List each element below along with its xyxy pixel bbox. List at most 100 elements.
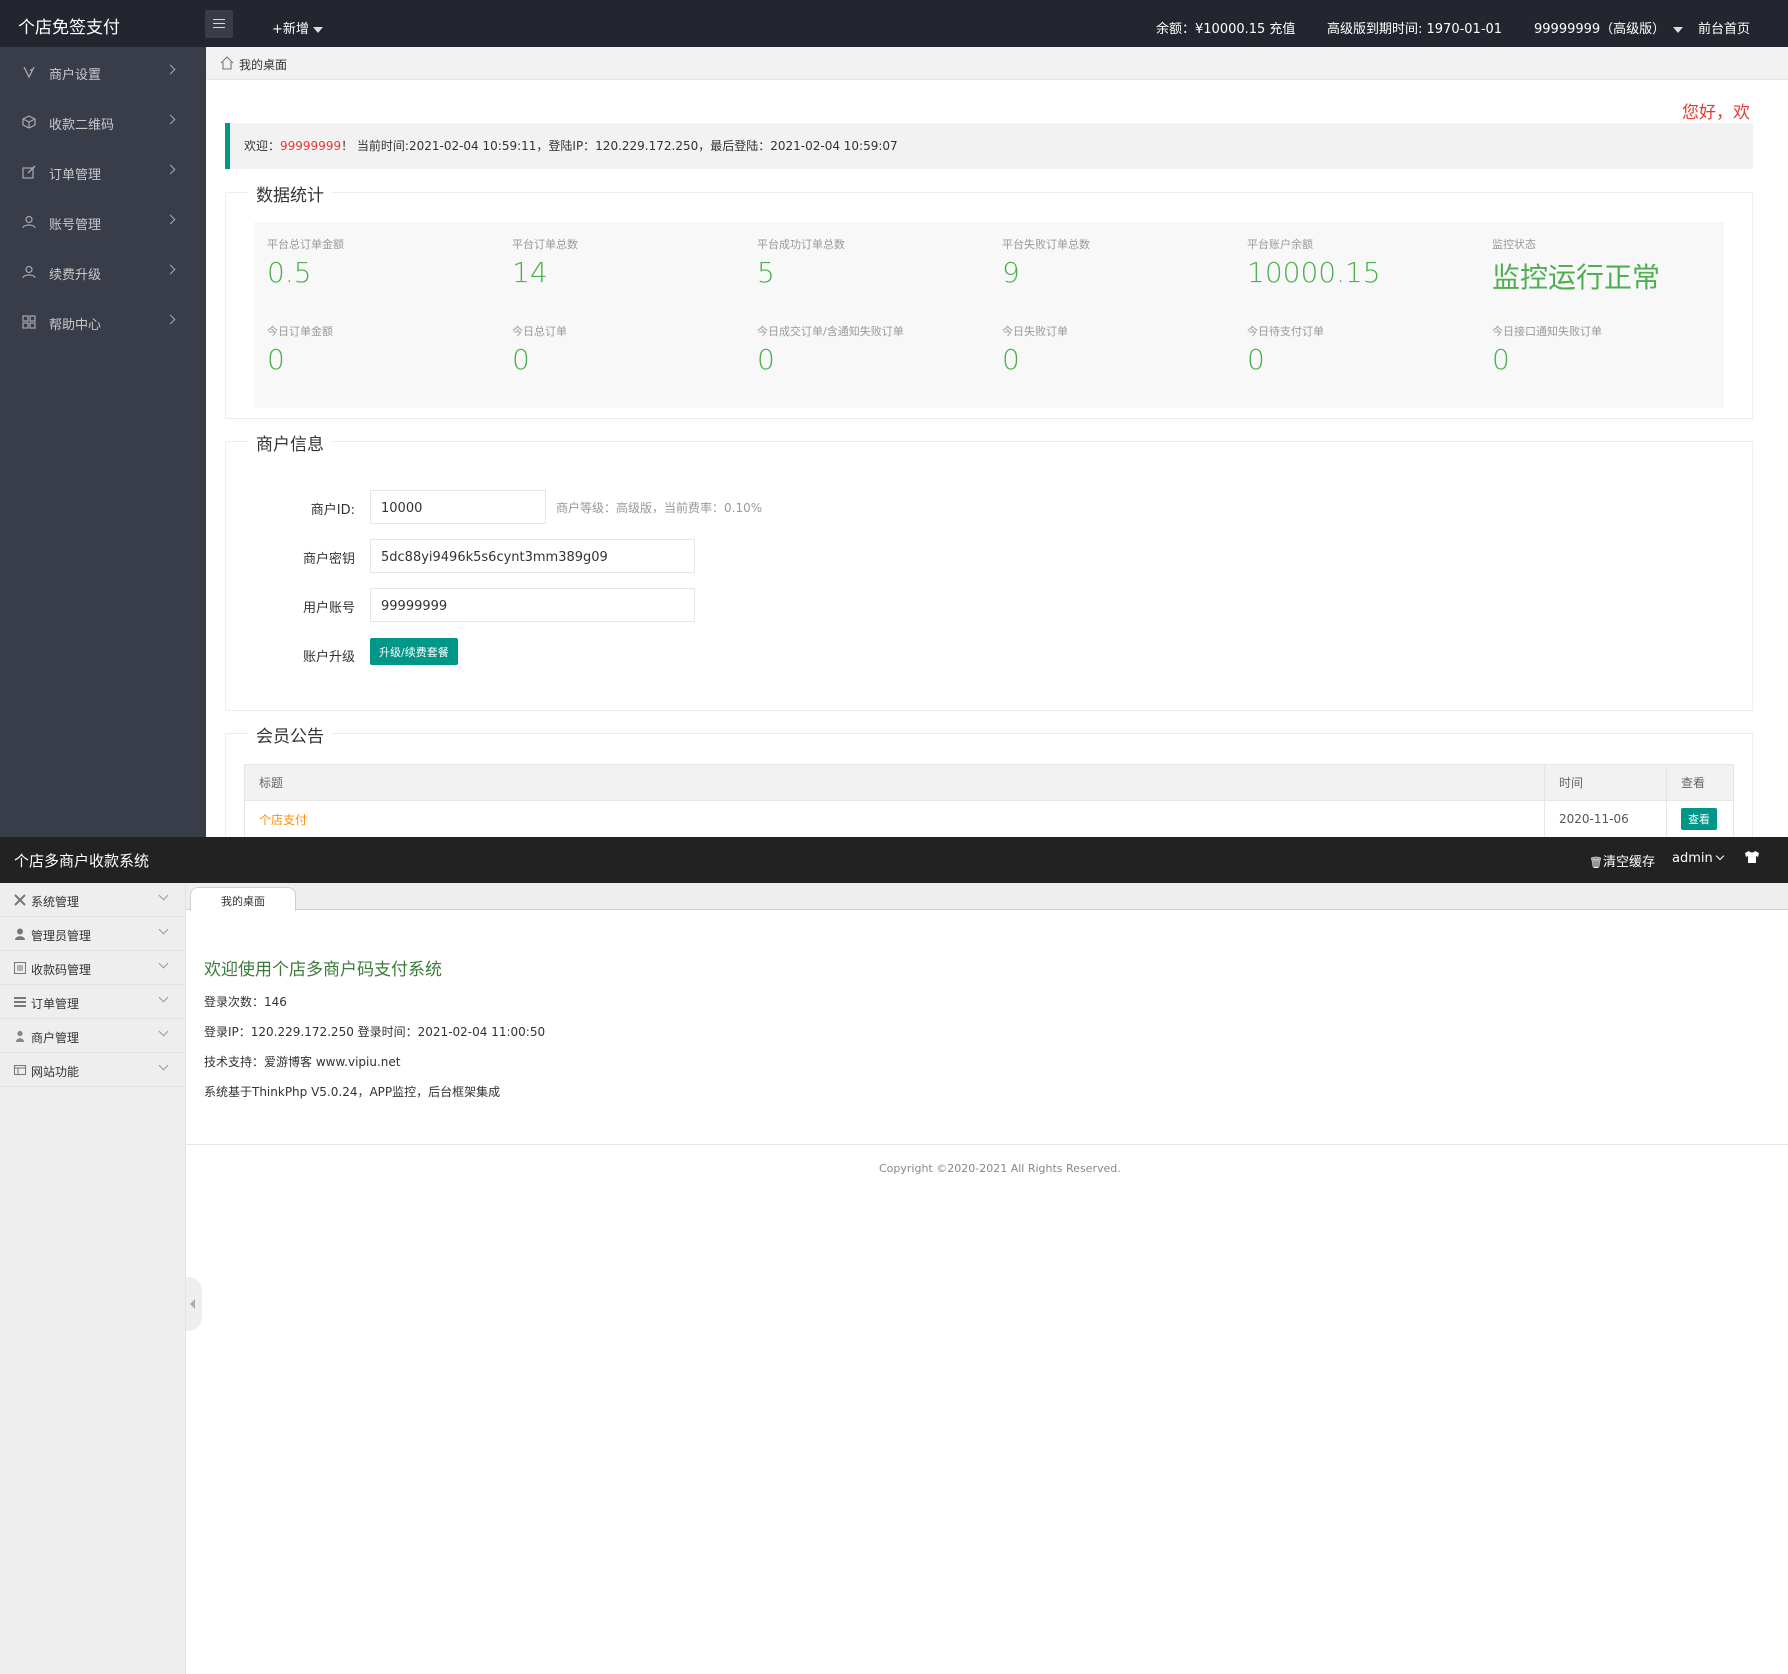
welcome-username: 99999999 [280, 139, 342, 153]
clear-cache-button[interactable]: 🗑清空缓存 [1589, 851, 1655, 870]
tag-icon [23, 66, 35, 79]
tools-icon [14, 894, 26, 906]
admin-sidebar: 系统管理 管理员管理 收款码管理 订单管理 商户管理 网站功能 [0, 883, 202, 1674]
stat-value: 14 [512, 256, 548, 289]
stat-label: 平台总订单金额 [267, 238, 344, 251]
merchant-id-label: 商户ID: [310, 503, 355, 518]
chevron-down-icon [1715, 851, 1724, 861]
user-icon [15, 928, 25, 940]
stat-today-notify-failed: 今日接口通知失败订单 0 [1492, 323, 1602, 376]
notice-title-cell[interactable]: 个店支付 [244, 800, 1545, 837]
chevron-down-icon [158, 992, 169, 1003]
merchant-info-title: 商户信息 [248, 430, 332, 455]
tech-support: 技术支持：爱游博客 www.vipiu.net [204, 1055, 401, 1069]
new-label: +新增 [272, 22, 309, 37]
admin-panel: 个店多商户收款系统 🗑清空缓存 admin 系统管理 管理员管理 收款码管理 订… [0, 837, 1788, 1674]
column-header-view: 查看 [1666, 764, 1734, 801]
user-account-field[interactable]: 99999999 [370, 588, 695, 622]
stat-label: 今日失败订单 [1002, 325, 1068, 338]
sidebar-item-orders[interactable]: 订单管理 [0, 147, 206, 197]
merchant-panel: 个店免签支付 +新增 余额：¥10000.15 充值 高级版到期时间: 1970… [0, 0, 1788, 837]
user-icon [22, 265, 36, 279]
sidebar-item-renew[interactable]: 续费升级 [0, 247, 206, 297]
sidebar-item-label: 网站功能 [31, 1065, 80, 1079]
stat-value: 5 [757, 256, 775, 289]
sidebar-item-admins[interactable]: 管理员管理 [0, 917, 185, 951]
sidebar-item-website[interactable]: 网站功能 [0, 1053, 185, 1087]
stat-value: 0 [1247, 343, 1265, 376]
stat-value: 0 [1002, 343, 1020, 376]
view-notice-button[interactable]: 查看 [1681, 808, 1717, 830]
list-icon [14, 962, 26, 974]
admin-welcome-title: 欢迎使用个店多商户码支付系统 [204, 960, 442, 980]
sidebar-item-qrcode[interactable]: 收款二维码 [0, 97, 206, 147]
edit-icon [22, 165, 36, 179]
sidebar-item-qrcodes[interactable]: 收款码管理 [0, 951, 185, 985]
frontpage-link[interactable]: 前台首页 [1698, 18, 1750, 37]
merchant-key-label: 商户密钥 [302, 552, 355, 567]
new-dropdown-button[interactable]: +新增 [272, 18, 323, 37]
sidebar-item-label: 帮助中心 [49, 318, 102, 333]
sidebar-item-label: 管理员管理 [31, 929, 92, 943]
caret-down-icon [1673, 26, 1684, 33]
notice-time-cell: 2020-11-06 [1544, 800, 1667, 837]
user-menu[interactable]: 99999999（高级版） [1534, 18, 1684, 37]
window-icon [14, 1065, 26, 1075]
welcome-details: ！ 当前时间:2021-02-04 10:59:11，登陆IP：120.229.… [341, 139, 898, 153]
merchant-key-field[interactable]: 5dc88yi9496k5s6cynt3mm389g09 [370, 539, 695, 573]
caret-down-icon [312, 26, 323, 33]
stat-label: 监控状态 [1492, 238, 1536, 251]
sidebar-item-orders[interactable]: 订单管理 [0, 985, 185, 1019]
tshirt-icon [1745, 851, 1759, 863]
sidebar-item-merchant-settings[interactable]: 商户设置 [0, 47, 206, 97]
stat-value: 0 [267, 343, 285, 376]
theme-skin-button[interactable] [1744, 850, 1760, 868]
sidebar-item-merchants[interactable]: 商户管理 [0, 1019, 185, 1053]
home-icon [220, 56, 234, 70]
stat-value: 9 [1002, 256, 1020, 289]
notice-action-cell: 查看 [1666, 800, 1734, 837]
stat-monitor-status: 监控状态 监控运行正常 [1492, 236, 1660, 296]
stat-today-pending: 今日待支付订单 0 [1247, 323, 1324, 376]
balance-recharge-link[interactable]: 余额：¥10000.15 充值 [1156, 18, 1295, 37]
chevron-right-icon [165, 214, 176, 225]
sidebar-item-help[interactable]: 帮助中心 [0, 297, 206, 347]
sidebar-item-label: 续费升级 [49, 268, 102, 283]
admin-header: 个店多商户收款系统 🗑清空缓存 admin [0, 837, 1788, 883]
sidebar-item-system[interactable]: 系统管理 [0, 883, 185, 917]
sidebar-item-label: 收款二维码 [49, 118, 115, 133]
stat-today-orders: 今日总订单 0 [512, 323, 567, 376]
sidebar-item-label: 订单管理 [31, 997, 80, 1011]
notice-table: 标题 时间 查看 个店支付 2020-11-06 查看 [244, 764, 1734, 837]
breadcrumb-item-desktop[interactable]: 我的桌面 [239, 56, 287, 73]
tab-my-desktop[interactable]: 我的桌面 [190, 887, 296, 911]
chevron-right-icon [165, 314, 176, 325]
welcome-prefix: 欢迎： [244, 139, 281, 153]
copyright: Copyright ©2020-2021 All Rights Reserved… [879, 1162, 1121, 1175]
merchant-level-note: 商户等级：高级版，当前费率：0.10% [556, 501, 763, 515]
admin-welcome-content: 欢迎使用个店多商户码支付系统 登录次数：146 登录IP：120.229.172… [204, 955, 545, 1100]
grid-icon [22, 315, 36, 329]
stat-total-orders: 平台订单总数 14 [512, 236, 578, 289]
sidebar-item-account[interactable]: 账号管理 [0, 197, 206, 247]
sidebar-item-label: 系统管理 [31, 895, 80, 909]
login-ip-time: 登录IP：120.229.172.250 登录时间：2021-02-04 11:… [204, 1025, 546, 1039]
list-icon [14, 997, 26, 1007]
sidebar-item-label: 商户设置 [49, 68, 102, 83]
upgrade-renew-button[interactable]: 升级/续费套餐 [370, 638, 458, 665]
account-upgrade-label: 账户升级 [302, 650, 355, 665]
sidebar-item-label: 收款码管理 [31, 963, 92, 977]
admin-user-menu[interactable]: admin [1672, 851, 1724, 866]
chevron-down-icon [158, 1060, 169, 1071]
merchant-id-field[interactable]: 10000 [370, 490, 546, 524]
admin-user-label: admin [1672, 851, 1713, 866]
sidebar-item-label: 账号管理 [49, 218, 102, 233]
merchant-header: 个店免签支付 +新增 余额：¥10000.15 充值 高级版到期时间: 1970… [0, 0, 1788, 47]
sidebar-collapse-toggle[interactable] [186, 1277, 202, 1331]
menu-toggle-button[interactable] [205, 10, 233, 38]
column-header-time: 时间 [1544, 764, 1667, 801]
login-count: 登录次数：146 [204, 995, 287, 1009]
stat-balance: 平台账户余额 10000.15 [1247, 236, 1381, 289]
merchant-logo: 个店免签支付 [18, 18, 120, 38]
stat-value: 0 [1492, 343, 1510, 376]
